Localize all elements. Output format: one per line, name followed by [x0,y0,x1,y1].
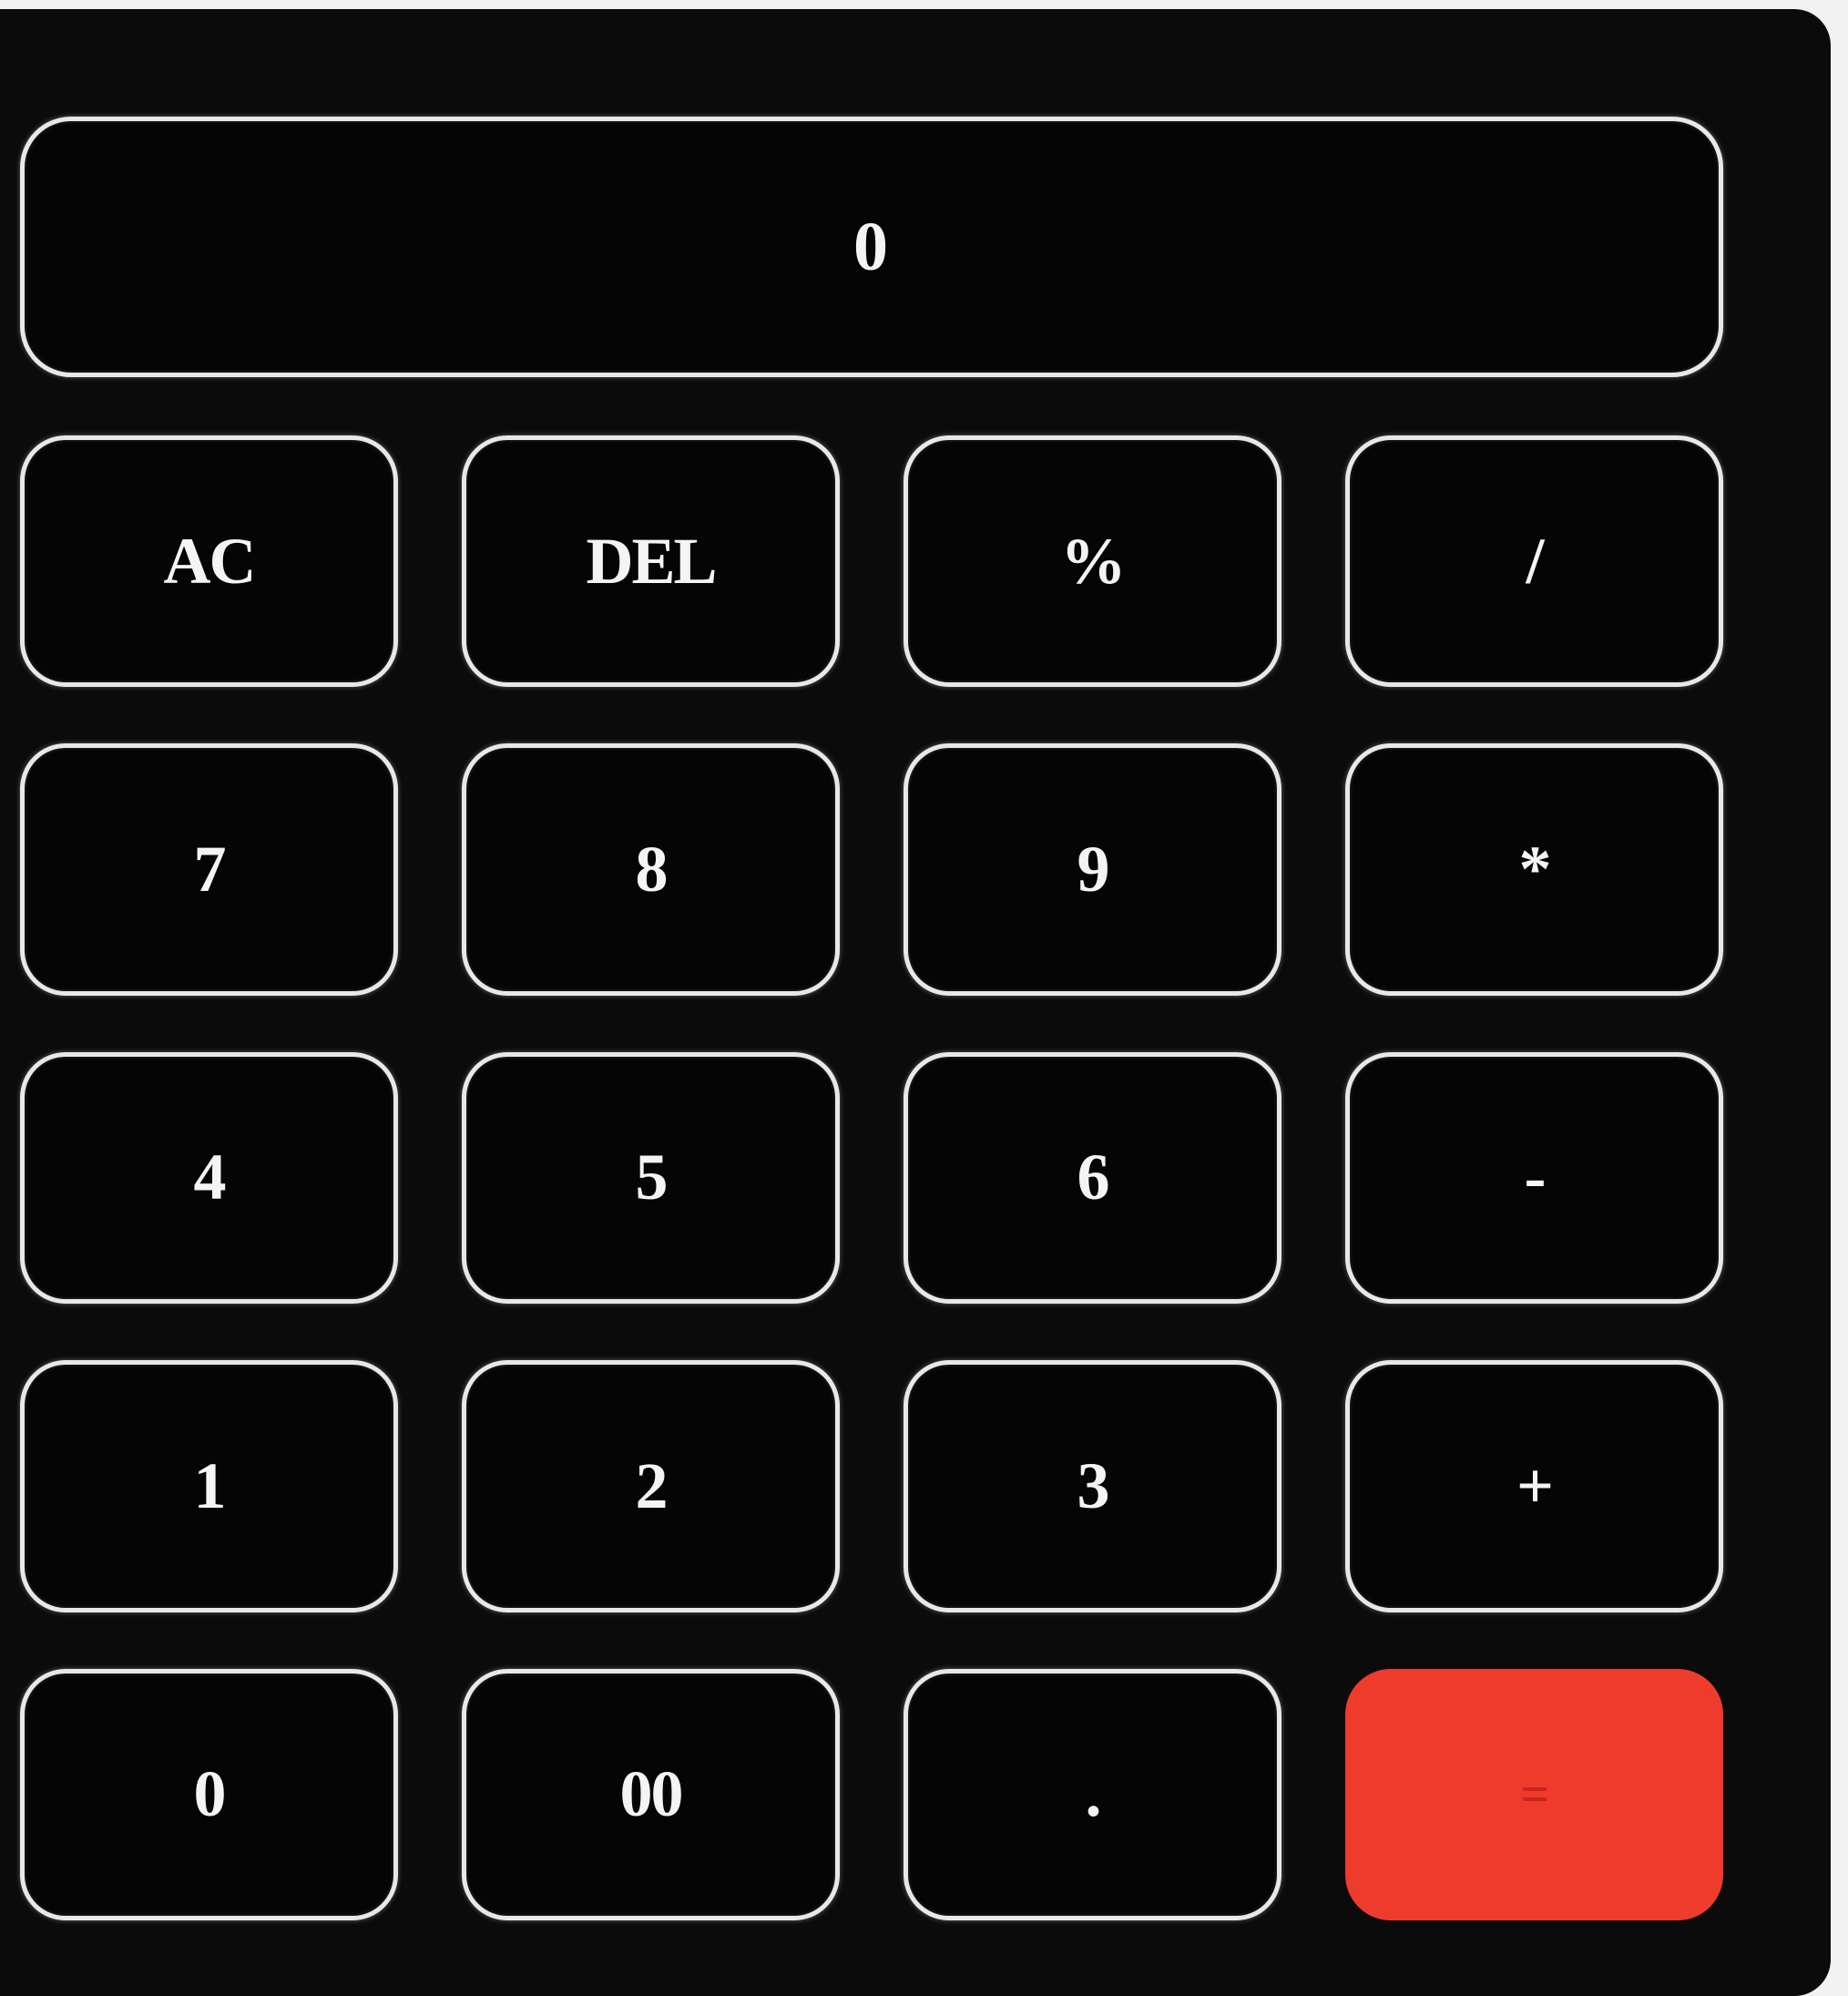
key-label: 1 [193,1448,227,1522]
keypad: AC DEL % / 7 8 9 * 4 5 6 - 1 2 3 + 0 00 … [20,435,1723,1920]
display-value: 0 [853,208,890,285]
digit-9-button[interactable]: 9 [904,743,1281,996]
divide-button[interactable]: / [1345,435,1723,688]
ac-button[interactable]: AC [20,435,398,688]
digit-5-button[interactable]: 5 [462,1051,840,1305]
del-button[interactable]: DEL [462,435,840,688]
key-label: % [1060,524,1127,598]
key-label: 00 [619,1757,684,1831]
key-label: AC [163,524,257,598]
key-label: 4 [193,1141,227,1214]
key-label: 8 [635,833,669,906]
equals-button[interactable]: = [1345,1668,1723,1920]
key-label: 5 [635,1141,669,1214]
key-label: . [1085,1757,1102,1831]
digit-8-button[interactable]: 8 [462,743,840,996]
key-label: * [1518,833,1552,906]
key-label: 0 [193,1757,227,1831]
decimal-button[interactable]: . [904,1668,1281,1920]
digit-2-button[interactable]: 2 [462,1360,840,1612]
key-label: 2 [635,1448,669,1522]
key-label: 6 [1077,1141,1110,1214]
key-label: 7 [193,833,227,906]
add-button[interactable]: + [1345,1360,1723,1612]
display: 0 [20,117,1723,377]
double-zero-button[interactable]: 00 [462,1668,840,1920]
key-label: = [1520,1766,1550,1823]
digit-4-button[interactable]: 4 [20,1051,398,1305]
key-label: + [1516,1448,1554,1522]
key-label: - [1524,1141,1547,1214]
key-label: / [1526,524,1544,598]
digit-0-button[interactable]: 0 [20,1668,398,1920]
digit-1-button[interactable]: 1 [20,1360,398,1612]
subtract-button[interactable]: - [1345,1051,1723,1305]
digit-6-button[interactable]: 6 [904,1051,1281,1305]
digit-7-button[interactable]: 7 [20,743,398,996]
key-label: 9 [1077,833,1110,906]
multiply-button[interactable]: * [1345,743,1723,996]
key-label: DEL [586,524,717,598]
percent-button[interactable]: % [904,435,1281,688]
key-label: 3 [1077,1448,1110,1522]
digit-3-button[interactable]: 3 [904,1360,1281,1612]
calculator: 0 AC DEL % / 7 8 9 * 4 5 6 - 1 2 3 + 0 0… [0,9,1831,1996]
